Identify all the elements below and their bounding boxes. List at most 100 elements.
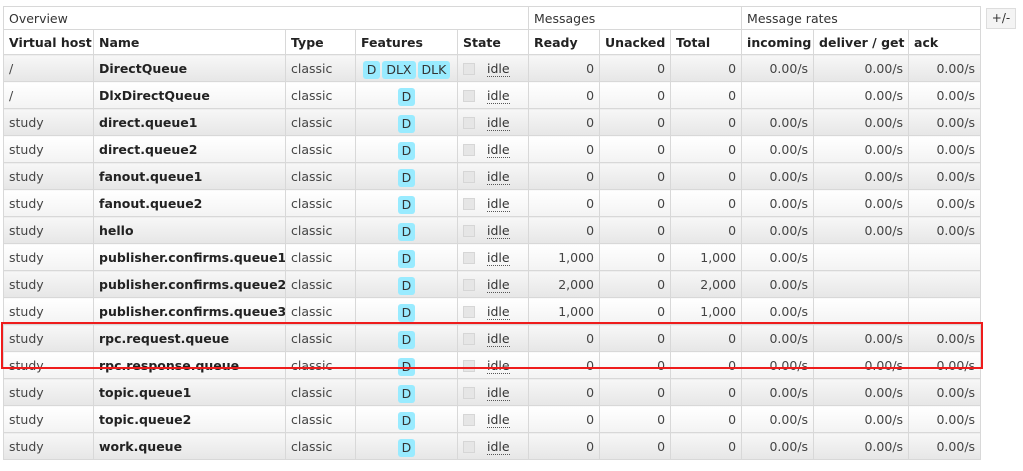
state-cell: idle bbox=[456, 378, 530, 406]
unacked-cell: 0 bbox=[599, 432, 672, 460]
column-header-ack[interactable]: ack bbox=[908, 29, 982, 55]
deliver-get-rate-cell: 0.00/s bbox=[813, 405, 910, 433]
total-cell: 0 bbox=[670, 378, 743, 406]
state-indicator-icon bbox=[463, 333, 475, 345]
feature-tag-d: D bbox=[397, 88, 416, 106]
ack-rate-cell: 0.00/s bbox=[908, 81, 982, 109]
queue-name-link[interactable]: DlxDirectQueue bbox=[93, 81, 286, 109]
total-cell: 1,000 bbox=[670, 297, 743, 325]
ready-cell: 0 bbox=[528, 189, 601, 217]
type-cell: classic bbox=[285, 189, 356, 217]
column-header-vhost[interactable]: Virtual host bbox=[3, 29, 94, 55]
vhost-cell: / bbox=[3, 81, 94, 109]
column-header-unacked[interactable]: Unacked bbox=[599, 29, 672, 55]
state-label: idle bbox=[487, 411, 510, 428]
state-indicator-icon bbox=[463, 441, 475, 453]
table-row: study rpc.response.queue classic Didle 0 0 0 0.… bbox=[3, 351, 982, 379]
state-indicator-icon bbox=[463, 63, 475, 75]
table-row: study publisher.confirms.queue1 classic Did… bbox=[3, 243, 982, 271]
state-cell: idle bbox=[456, 297, 530, 325]
queue-name-link[interactable]: DirectQueue bbox=[93, 54, 286, 82]
table-row: study topic.queue2 classic Didle 0 0 0 0.00/s 0.… bbox=[3, 405, 982, 433]
feature-tag-dlx: DLX bbox=[382, 61, 416, 79]
features-cell: D DLX DLK bbox=[355, 54, 458, 82]
unacked-cell: 0 bbox=[599, 243, 672, 271]
column-header-name[interactable]: Name bbox=[93, 29, 286, 55]
column-header-deliver-get[interactable]: deliver / get bbox=[813, 29, 910, 55]
feature-tag-d: D bbox=[397, 277, 416, 295]
ready-cell: 0 bbox=[528, 432, 601, 460]
ready-cell: 0 bbox=[528, 162, 601, 190]
ready-cell: 0 bbox=[528, 108, 601, 136]
queue-name-link[interactable]: topic.queue2 bbox=[93, 405, 286, 433]
state-label: idle bbox=[487, 303, 510, 320]
column-header-total[interactable]: Total bbox=[670, 29, 743, 55]
state-cell: idle bbox=[456, 432, 530, 460]
columns-toggle-button[interactable]: +/- bbox=[986, 8, 1016, 29]
incoming-rate-cell: 0.00/s bbox=[741, 108, 815, 136]
group-header-message-rates: Message rates bbox=[741, 6, 982, 30]
unacked-cell: 0 bbox=[599, 405, 672, 433]
ready-cell: 1,000 bbox=[528, 243, 601, 271]
queue-name-link[interactable]: fanout.queue2 bbox=[93, 189, 286, 217]
header-columns-row: Virtual host Name Type Features State Re… bbox=[3, 29, 982, 55]
table-row: study fanout.queue1 classic Didle 0 0 0 0.00/s 0… bbox=[3, 162, 982, 190]
features-cell: D bbox=[355, 216, 458, 244]
deliver-get-rate-cell: 0.00/s bbox=[813, 108, 910, 136]
queue-name-link[interactable]: work.queue bbox=[93, 432, 286, 460]
queue-name-link[interactable]: direct.queue2 bbox=[93, 135, 286, 163]
state-label: idle bbox=[487, 276, 510, 293]
state-cell: idle bbox=[456, 189, 530, 217]
queue-name-link[interactable]: rpc.response.queue bbox=[93, 351, 286, 379]
queue-name-link[interactable]: fanout.queue1 bbox=[93, 162, 286, 190]
state-cell: idle bbox=[456, 351, 530, 379]
table-row: study rpc.request.queue classic Didle 0 0 0 0.0… bbox=[3, 324, 982, 352]
state-indicator-icon bbox=[463, 117, 475, 129]
state-indicator-icon bbox=[463, 225, 475, 237]
state-indicator-icon bbox=[463, 144, 475, 156]
feature-tag-d: D bbox=[397, 196, 416, 214]
queue-name-link[interactable]: direct.queue1 bbox=[93, 108, 286, 136]
incoming-rate-cell: 0.00/s bbox=[741, 378, 815, 406]
ready-cell: 0 bbox=[528, 324, 601, 352]
ready-cell: 0 bbox=[528, 378, 601, 406]
ready-cell: 0 bbox=[528, 405, 601, 433]
queue-name-link[interactable]: rpc.request.queue bbox=[93, 324, 286, 352]
column-header-incoming[interactable]: incoming bbox=[741, 29, 815, 55]
deliver-get-rate-cell: 0.00/s bbox=[813, 351, 910, 379]
vhost-cell: study bbox=[3, 135, 94, 163]
deliver-get-rate-cell: 0.00/s bbox=[813, 135, 910, 163]
column-header-ready[interactable]: Ready bbox=[528, 29, 601, 55]
column-header-state[interactable]: State bbox=[456, 29, 530, 55]
table-row: study direct.queue2 classic Didle 0 0 0 0.00/s 0… bbox=[3, 135, 982, 163]
total-cell: 0 bbox=[670, 432, 743, 460]
table-row: study hello classic Didle 0 0 0 0.00/s 0.00/s 0.0… bbox=[3, 216, 982, 244]
type-cell: classic bbox=[285, 54, 356, 82]
ack-rate-cell: 0.00/s bbox=[908, 324, 982, 352]
ack-rate-cell: 0.00/s bbox=[908, 351, 982, 379]
state-cell: idle bbox=[456, 81, 530, 109]
table-row: study publisher.confirms.queue3 classic Did… bbox=[3, 297, 982, 325]
features-cell: D bbox=[355, 189, 458, 217]
state-cell: idle bbox=[456, 162, 530, 190]
column-header-type[interactable]: Type bbox=[285, 29, 356, 55]
vhost-cell: study bbox=[3, 351, 94, 379]
group-header-overview: Overview bbox=[2, 6, 530, 30]
state-indicator-icon bbox=[463, 306, 475, 318]
vhost-cell: study bbox=[3, 243, 94, 271]
incoming-rate-cell: 0.00/s bbox=[741, 297, 815, 325]
queue-name-link[interactable]: publisher.confirms.queue1 bbox=[93, 243, 286, 271]
state-label: idle bbox=[487, 60, 510, 77]
unacked-cell: 0 bbox=[599, 378, 672, 406]
vhost-cell: study bbox=[3, 189, 94, 217]
state-cell: idle bbox=[456, 243, 530, 271]
queue-name-link[interactable]: publisher.confirms.queue3 bbox=[93, 297, 286, 325]
state-indicator-icon bbox=[463, 171, 475, 183]
state-cell: idle bbox=[456, 108, 530, 136]
queue-name-link[interactable]: hello bbox=[93, 216, 286, 244]
type-cell: classic bbox=[285, 108, 356, 136]
queue-name-link[interactable]: topic.queue1 bbox=[93, 378, 286, 406]
queue-name-link[interactable]: publisher.confirms.queue2 bbox=[93, 270, 286, 298]
table-row: / DlxDirectQueue classic Didle 0 0 0 0.00/s 0.00… bbox=[3, 81, 982, 109]
ready-cell: 0 bbox=[528, 54, 601, 82]
